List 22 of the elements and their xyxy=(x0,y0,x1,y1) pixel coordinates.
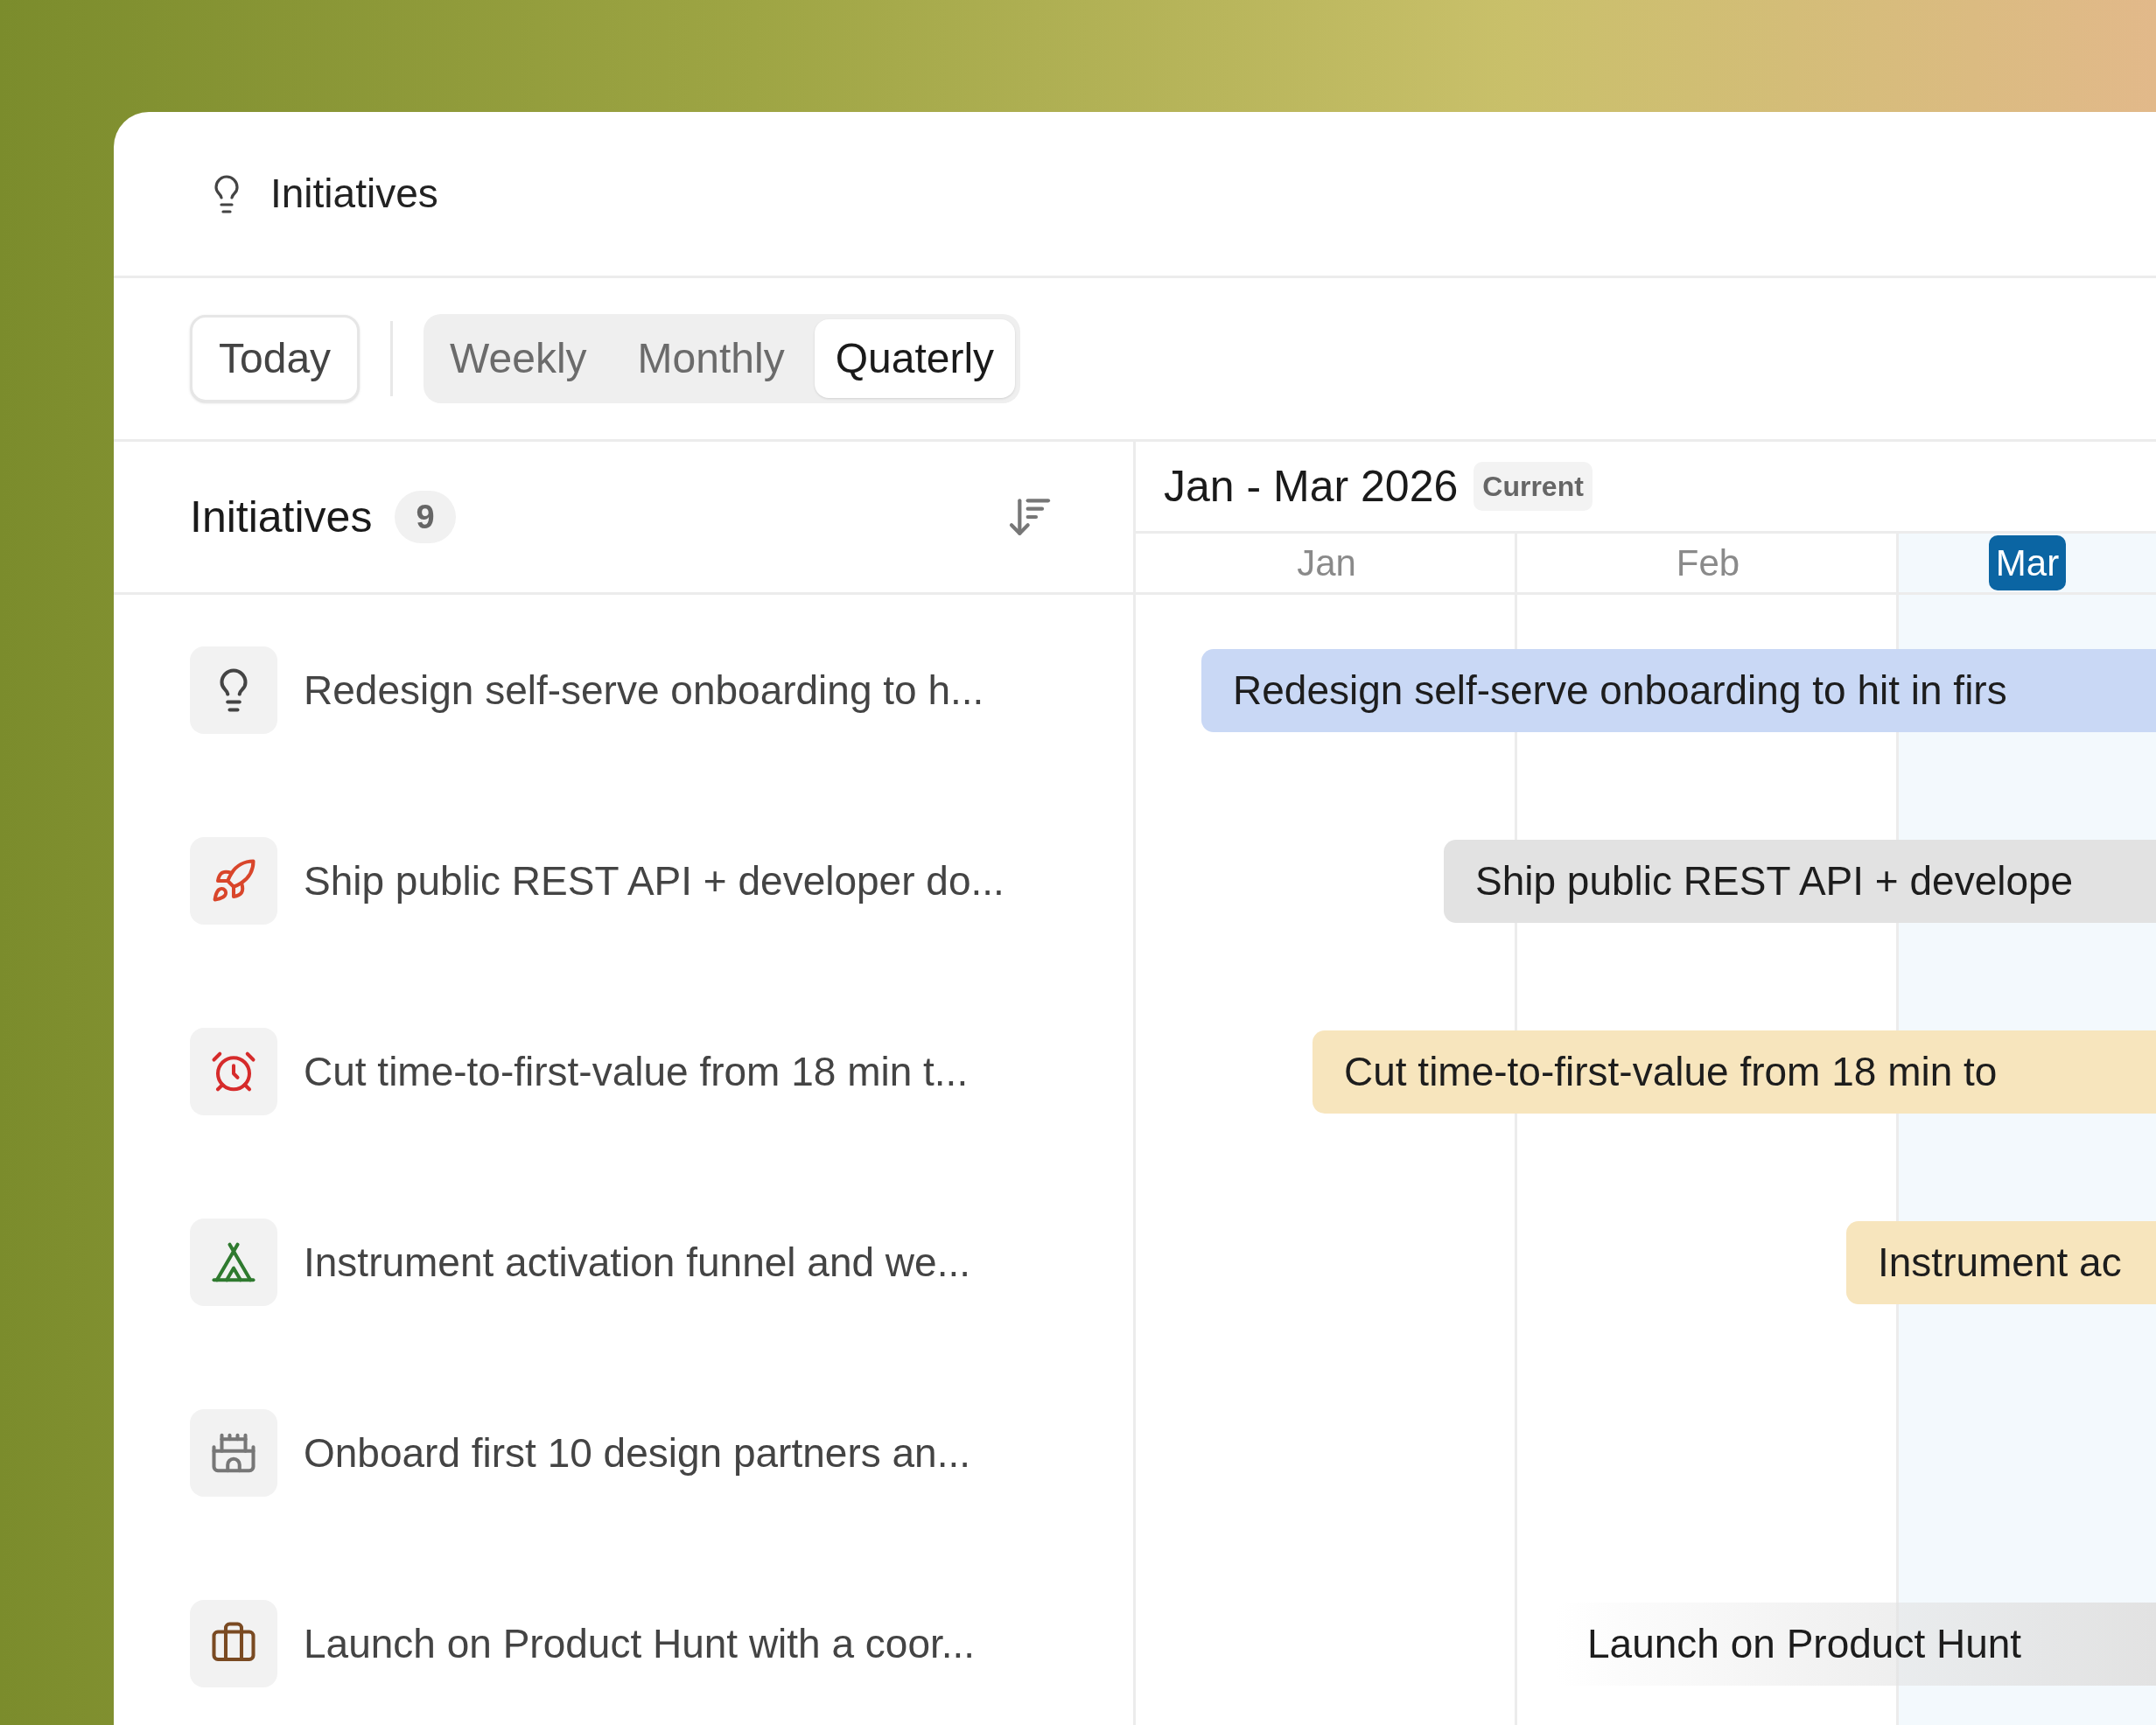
period-title: Jan - Mar 2026 xyxy=(1164,460,1459,513)
month-label: Feb xyxy=(1675,541,1741,585)
list-title: Initiatives xyxy=(190,491,373,543)
timeline-bar[interactable]: Instrument ac xyxy=(1846,1220,2156,1304)
view-tab[interactable]: Weekly xyxy=(429,319,608,398)
initiative-title[interactable]: Cut time-to-first-value from 18 min t... xyxy=(304,1041,969,1102)
today-button[interactable]: Today xyxy=(190,315,360,402)
timeline-bar[interactable]: Ship public REST API + develope xyxy=(1444,839,2156,923)
page-title: Initiatives xyxy=(270,170,438,218)
month-label: Mar xyxy=(1988,535,2067,590)
timeline-bar[interactable]: Cut time-to-first-value from 18 min to xyxy=(1312,1030,2156,1114)
initiative-title[interactable]: Onboard first 10 design partners an... xyxy=(304,1422,970,1484)
initiative-title[interactable]: Redesign self-serve onboarding to h... xyxy=(304,660,984,721)
initiative-title[interactable]: Launch on Product Hunt with a coor... xyxy=(304,1613,976,1674)
initiative-title[interactable]: Instrument activation funnel and we... xyxy=(304,1232,970,1293)
current-badge: Current xyxy=(1474,462,1592,511)
initiative-title[interactable]: Ship public REST API + developer do... xyxy=(304,850,1004,911)
timeline-bar[interactable]: Redesign self-serve onboarding to hit in firs xyxy=(1201,648,2156,732)
view-tab[interactable]: Monthly xyxy=(616,319,806,398)
month-label: Jan xyxy=(1296,541,1357,585)
view-tab[interactable]: Quaterly xyxy=(814,319,1016,398)
count-badge: 9 xyxy=(395,491,456,543)
